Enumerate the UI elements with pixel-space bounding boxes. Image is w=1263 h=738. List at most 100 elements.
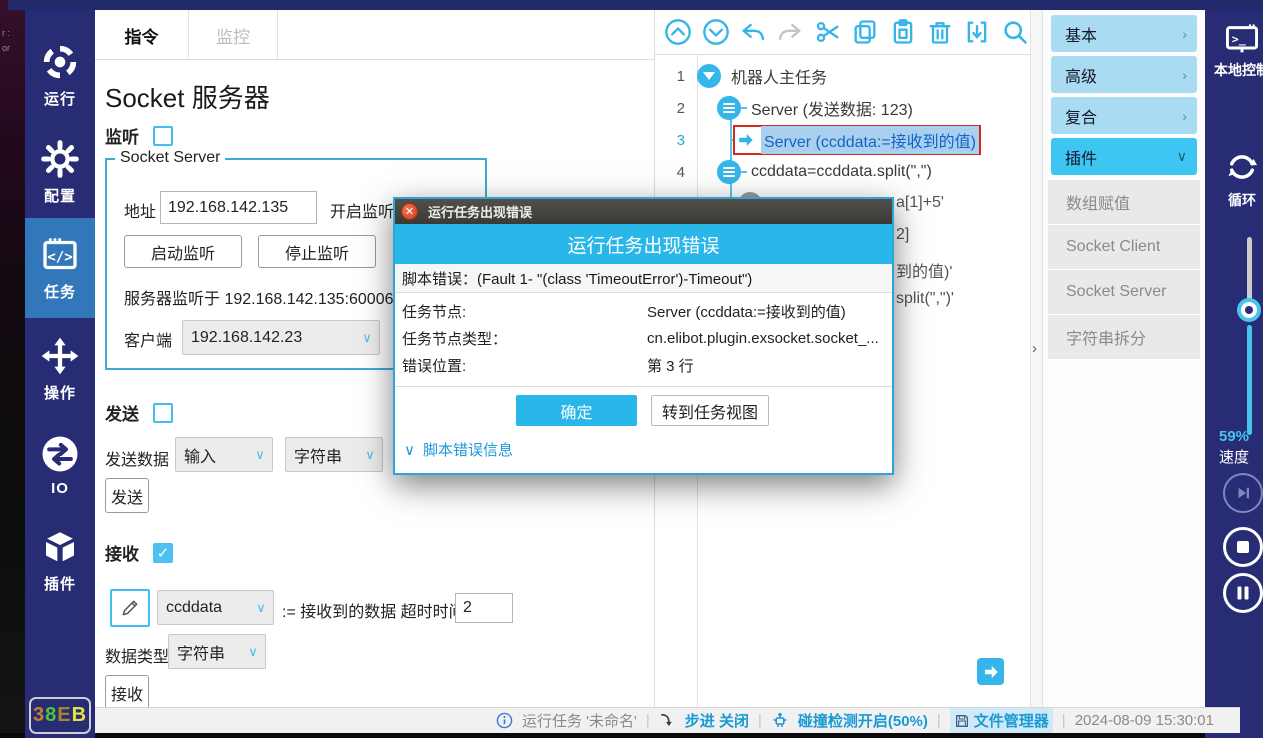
category-composite[interactable]: 复合› [1051, 97, 1197, 134]
chevron-down-icon: ∨ [241, 644, 265, 660]
script-error-details-link[interactable]: ∨ 脚本错误信息 [404, 439, 513, 460]
chevron-down-icon: ∨ [355, 330, 379, 346]
selected-node-box[interactable]: Server (ccddata:=接收到的值) [733, 125, 981, 155]
redo-icon[interactable] [775, 17, 805, 48]
search-icon[interactable] [1000, 17, 1030, 48]
receive-button[interactable]: 接收 [105, 675, 149, 710]
send-type-dropdown[interactable]: 字符串 ∨ [285, 437, 383, 472]
loop-label: 循环 [1228, 190, 1256, 210]
stop-listen-button[interactable]: 停止监听 [258, 235, 376, 268]
stop-button[interactable] [1223, 527, 1263, 567]
plugin-item-array-assign[interactable]: 数组赋值 [1048, 180, 1200, 224]
send-button[interactable]: 发送 [105, 478, 149, 513]
file-manager-text: 文件管理器 [974, 710, 1049, 731]
insert-icon[interactable] [962, 17, 992, 48]
run-code-badge: 38EB [29, 697, 91, 734]
data-type-label: 数据类型 [105, 643, 169, 667]
sidebar-item-plugin[interactable]: 插件 [25, 513, 95, 608]
tab-command[interactable]: 指令 [95, 10, 188, 60]
divider: | [758, 712, 762, 729]
category-label: 复合 [1065, 104, 1097, 128]
tree-toolbar [655, 10, 1030, 55]
plugin-item-string-split[interactable]: 字符串拆分 [1048, 315, 1200, 359]
delete-icon[interactable] [925, 17, 955, 48]
tree-row[interactable]: 2 Server (发送数据: 123) [655, 92, 1030, 124]
speed-slider-handle[interactable] [1237, 298, 1261, 322]
file-manager-item[interactable]: 文件管理器 [950, 708, 1053, 733]
terminal-icon: >_ [1224, 24, 1260, 56]
send-label: 发送 [105, 400, 139, 425]
task-node-value: Server (ccddata:=接收到的值) [647, 301, 846, 322]
chevron-down-icon: ∨ [404, 441, 415, 459]
loop-item[interactable]: 循环 [1213, 148, 1263, 210]
copy-icon[interactable] [850, 17, 880, 48]
sidebar-item-config[interactable]: 配置 [25, 125, 95, 220]
timeout-input[interactable]: 2 [455, 593, 513, 623]
address-label: 地址 [124, 198, 156, 222]
collapse-node-icon[interactable] [697, 64, 721, 88]
receive-variable-dropdown[interactable]: ccddata ∨ [157, 590, 274, 625]
speed-slider-track-lower[interactable] [1247, 325, 1252, 435]
move-up-icon[interactable] [663, 17, 693, 48]
sidebar-item-label: 配置 [44, 185, 76, 206]
send-checkbox[interactable] [153, 403, 173, 423]
local-control-item[interactable]: >_ 本地控制 [1213, 24, 1263, 80]
undo-icon[interactable] [738, 17, 768, 48]
receive-type-dropdown[interactable]: 字符串 ∨ [168, 634, 266, 669]
listen-checkbox[interactable] [153, 126, 173, 146]
category-basic[interactable]: 基本› [1051, 15, 1197, 52]
send-source-dropdown[interactable]: 输入 ∨ [175, 437, 273, 472]
sidebar-item-task[interactable]: </> 任务 [25, 218, 95, 318]
dialog-row: 任务节点: Server (ccddata:=接收到的值) [402, 298, 889, 325]
floppy-icon [954, 713, 970, 729]
chevron-down-icon: ∨ [358, 447, 382, 463]
goto-task-view-button[interactable]: 转到任务视图 [651, 395, 769, 426]
sidebar-item-io[interactable]: IO [25, 418, 95, 513]
divider: | [937, 712, 941, 729]
node-category-panel: 基本› 高级› 复合› 插件∨ 数组赋值 Socket Client Socke… [1043, 10, 1205, 707]
gear-icon [40, 139, 80, 179]
paste-icon[interactable] [887, 17, 917, 48]
tree-row[interactable]: 4 ccddata=ccddata.split(",") [655, 156, 1030, 188]
step-mode-text[interactable]: 步进 关闭 [685, 710, 749, 731]
code-window-icon: </> [39, 235, 81, 275]
collision-detect-text[interactable]: 碰撞检测开启(50%) [798, 710, 928, 731]
line-number: 2 [655, 100, 697, 117]
badge-char: 8 [45, 704, 57, 727]
address-input[interactable]: 192.168.142.135 [160, 191, 317, 224]
move-down-icon[interactable] [700, 17, 730, 48]
svg-text:</>: </> [47, 249, 73, 265]
task-node-type-label: 任务节点类型： [402, 328, 647, 349]
desktop-background: r : or [0, 10, 25, 738]
cut-icon[interactable] [813, 17, 843, 48]
start-listen-button[interactable]: 启动监听 [124, 235, 242, 268]
tab-monitor[interactable]: 监控 [188, 10, 278, 60]
assign-text: := 接收到的数据 超时时间 [282, 598, 465, 622]
receive-checkbox[interactable]: ✓ [153, 543, 173, 563]
category-label: 插件 [1065, 145, 1097, 169]
category-advanced[interactable]: 高级› [1051, 56, 1197, 93]
collapse-panel-arrow[interactable]: › [1032, 340, 1037, 357]
pause-button[interactable] [1223, 573, 1263, 613]
line-number: 4 [655, 164, 697, 181]
tree-row[interactable]: 1 机器人主任务 [655, 60, 1030, 92]
running-task-text: 运行任务 '未命名' [522, 710, 637, 731]
step-run-button[interactable] [1223, 473, 1263, 513]
chevron-down-icon: ∨ [249, 600, 273, 616]
close-icon[interactable]: ✕ [401, 203, 418, 220]
edit-variable-button[interactable] [110, 589, 150, 627]
plugin-item-socket-client[interactable]: Socket Client [1048, 225, 1200, 269]
ok-button[interactable]: 确定 [516, 395, 637, 426]
sidebar-item-run[interactable]: 运行 [25, 28, 95, 123]
right-sidebar: >_ 本地控制 循环 59% 速度 [1205, 10, 1263, 738]
next-step-button[interactable] [977, 658, 1004, 685]
category-plugin[interactable]: 插件∨ [1051, 138, 1197, 175]
client-dropdown[interactable]: 192.168.142.23 ∨ [182, 320, 380, 355]
dialog-row: 错误位置: 第 3 行 [402, 352, 889, 379]
sidebar-item-operate[interactable]: 操作 [25, 322, 95, 417]
details-link-text: 脚本错误信息 [423, 439, 513, 460]
plugin-item-socket-server[interactable]: Socket Server [1048, 270, 1200, 314]
tree-node-label: 机器人主任务 [731, 64, 827, 88]
error-dialog: ✕ 运行任务出现错误 运行任务出现错误 脚本错误：(Fault 1- "(cla… [393, 197, 894, 475]
desktop-corner [0, 0, 8, 10]
